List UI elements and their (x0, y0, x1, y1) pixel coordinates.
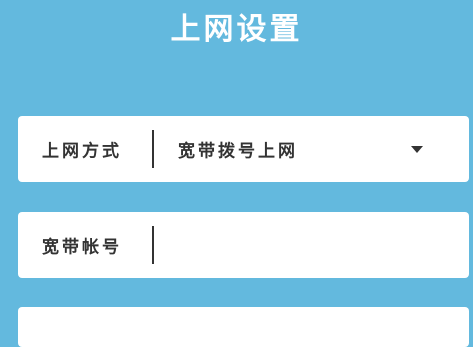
chevron-down-icon[interactable] (411, 146, 423, 153)
connection-type-value[interactable]: 宽带拨号上网 (178, 137, 298, 162)
page-title: 上网设置 (170, 12, 303, 47)
broadband-account-input[interactable] (164, 222, 458, 270)
connection-type-label: 上网方式 (42, 141, 122, 162)
divider (152, 130, 154, 168)
broadband-account-field[interactable]: 宽带帐号 (18, 212, 469, 278)
broadband-account-label: 宽带帐号 (42, 237, 122, 258)
next-field[interactable] (18, 307, 469, 347)
divider (152, 226, 154, 264)
connection-type-select[interactable]: 上网方式 宽带拨号上网 (18, 116, 469, 182)
